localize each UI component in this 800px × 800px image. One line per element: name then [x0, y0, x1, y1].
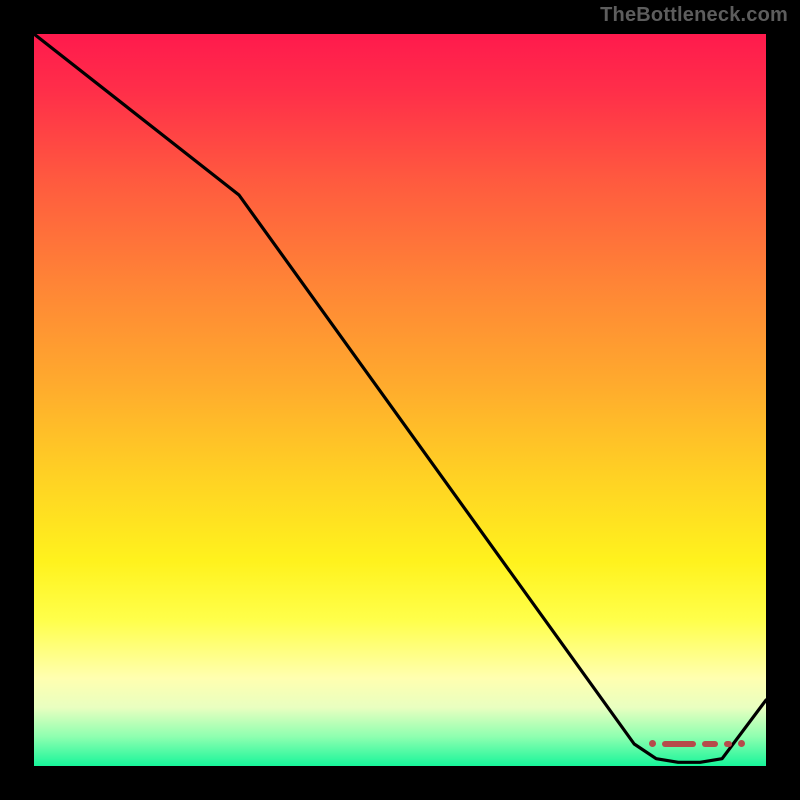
- marker-dot: [738, 740, 745, 747]
- marker-dash: [662, 741, 696, 747]
- chart-frame: TheBottleneck.com: [0, 0, 800, 800]
- bottleneck-curve: [34, 34, 766, 766]
- marker-dot: [649, 740, 656, 747]
- attribution-text: TheBottleneck.com: [600, 4, 788, 27]
- marker-dash: [702, 741, 718, 747]
- marker-dash: [724, 741, 732, 747]
- optimal-region-marker: [34, 740, 766, 754]
- plot-area: [34, 34, 766, 766]
